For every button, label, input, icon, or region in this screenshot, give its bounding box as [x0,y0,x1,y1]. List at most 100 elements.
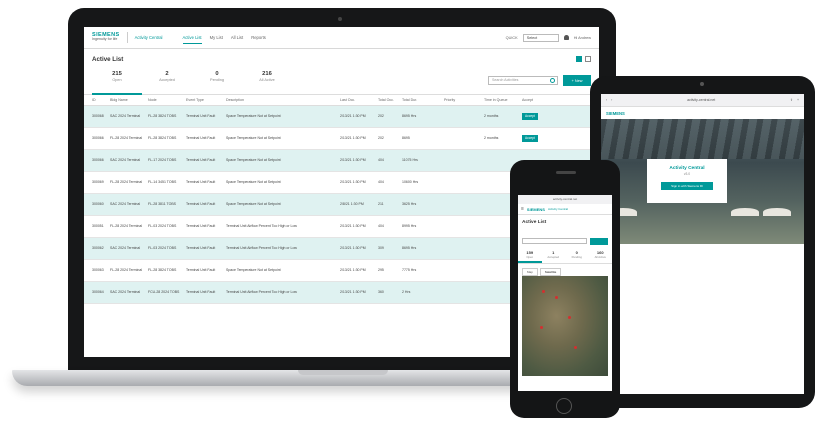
phone-stat-pending[interactable]: 0 Pending [565,250,589,263]
logo-tagline: Ingenuity for life [92,37,118,42]
accept-button[interactable]: Accept [522,112,538,121]
app-header: SIEMENS Ingenuity for life Activity Cent… [84,27,599,49]
stat-number: 2 [165,71,169,77]
tab-active-list[interactable]: Active List [182,32,202,44]
cell-time-in-queue: 2 months [484,114,499,119]
phone-stats: 159 Open 1 Accepted 0 Pending 160 All Active [518,250,612,264]
cell-last-occ: 2/13/21 1:30 PM [340,246,366,251]
cell-bldg-name: SAC 2024 Terminal [110,158,141,163]
phone-search-row [518,238,612,245]
cell-node: FL-14 3451 TOBS [148,180,177,185]
cell-event-type: Terminal Unit Fault [186,224,216,229]
col-priority[interactable]: Priority [444,98,484,102]
stat-number: 216 [262,71,272,77]
tablet-url[interactable]: activity-central.net [616,98,786,102]
stat-label: Pending [571,255,582,259]
accept-button[interactable]: Accept [522,134,538,143]
tab-my-list[interactable]: My List [210,32,223,44]
phone-stat-all-active[interactable]: 160 All Active [589,250,613,263]
tab-all-list[interactable]: All List [231,32,243,44]
add-tab-icon[interactable]: + [797,98,799,102]
cell-total-dur: 11075 Hrs [402,158,418,163]
table-row[interactable]: 300068 SAC 2024 Terminal FL-28 3824 TOBS Te… [84,106,599,128]
cell-description: Space Temperature Not at Setpoint [226,268,281,273]
tablet-footer [601,244,804,252]
stat-all-active[interactable]: 216 All Active [242,69,292,82]
cell-event-type: Terminal Unit Fault [186,158,216,163]
cell-total-occ: 295 [378,268,384,273]
cell-last-occ: 2/13/21 1:30 PM [340,136,366,141]
cell-total-occ: 404 [378,224,384,229]
col-bldg-name[interactable]: Bldg Name [110,98,148,102]
cell-total-dur: 2 Hrs [402,290,411,295]
bell-icon[interactable] [563,35,569,40]
user-menu[interactable]: Hi Andrew [574,36,591,40]
col-accept[interactable]: Accept [522,98,552,102]
col-node[interactable]: Node [148,98,186,102]
phone-search-input[interactable] [522,238,587,244]
share-icon[interactable]: ⇪ [790,98,793,102]
phone-stat-accepted[interactable]: 1 Accepted [542,250,566,263]
quick-select[interactable]: Select [522,33,559,42]
cell-event-type: Terminal Unit Fault [186,180,216,185]
satellite-tab[interactable]: Satellite [539,268,562,276]
login-title: Activity Central [669,166,705,171]
col-event-type[interactable]: Event Type [186,98,226,102]
satellite-map[interactable] [522,276,608,376]
stat-number: 0 [215,71,219,77]
phone-stat-open[interactable]: 159 Open [518,250,542,263]
cell-event-type: Terminal Unit Fault [186,202,216,207]
map-pin-icon[interactable] [542,290,545,293]
cell-description: Terminal Unit Airflow Percent Too High o… [226,246,297,251]
back-icon[interactable]: ‹ [606,98,607,102]
app-name[interactable]: Activity Central [135,35,163,40]
tab-reports[interactable]: Reports [251,32,266,44]
map-pin-icon[interactable] [574,346,577,349]
header-right: QUICK Select Hi Andrew [506,33,591,42]
phone-page-title: Active List [522,220,547,225]
sign-in-button[interactable]: Sign in with Siemens ID [661,182,713,190]
map-pin-icon[interactable] [555,296,558,299]
view-toggles [576,56,591,62]
stat-accepted[interactable]: 2 Accepted [142,69,192,82]
col-description[interactable]: Description [226,98,340,102]
cell-total-occ: 202 [378,136,384,141]
stat-label: Accepted [547,255,560,259]
cell-node: FL-28 3824 TOBS [148,268,177,273]
col-id[interactable]: ID [84,98,110,102]
cell-description: Space Temperature Not at Setpoint [226,158,281,163]
map-pin-icon[interactable] [540,326,543,329]
col-total-dur[interactable]: Total Dur. [402,98,444,102]
phone-new-button[interactable] [590,238,608,245]
cell-bldg-name: SAC 2024 Terminal [110,114,141,119]
search-input[interactable]: Search Activities [488,76,558,85]
phone-url[interactable]: activity-central.net [518,195,612,204]
tablet-logo: SIEMENS [606,110,625,116]
cell-time-in-queue: 2 months [484,136,499,141]
cell-description: Terminal Unit Airflow Percent Too High o… [226,224,297,229]
table-header: ID Bldg Name Node Event Type Description… [84,95,599,106]
phone-home-button [556,398,572,414]
cell-last-occ: 2/8/21 1:30 PM [340,202,364,207]
menu-icon[interactable]: ≡ [521,206,524,212]
map-view-icon[interactable] [585,56,591,62]
map-tab[interactable]: Map [522,268,538,276]
col-time-in-queue[interactable]: Time in Queue [484,98,522,102]
cell-total-occ: 404 [378,158,384,163]
forward-icon[interactable]: › [611,98,612,102]
grid-view-icon[interactable] [576,56,582,62]
cell-bldg-name: SAC 2024 Terminal [110,202,141,207]
stat-pending[interactable]: 0 Pending [192,69,242,82]
col-last-occ[interactable]: Last Occ. [340,98,378,102]
stat-open[interactable]: 215 Open [92,69,142,95]
map-pin-icon[interactable] [568,316,571,319]
new-button[interactable]: + New [563,75,591,86]
cell-event-type: Terminal Unit Fault [186,136,216,141]
cell-node: FL-28 3824 TOBS [148,114,177,119]
cell-id: 300063 [92,268,104,273]
phone-header: ≡ SIEMENS Activity Central [518,204,612,215]
table-row[interactable]: 300066 FL-28 2024 Terminal FL-28 3824 TOBS… [84,128,599,150]
stat-label: Accepted [159,78,175,82]
col-total-occ[interactable]: Total Occ. [378,98,402,102]
stats-bar: 215 Open 2 Accepted 0 Pending 216 All Ac… [84,69,599,95]
